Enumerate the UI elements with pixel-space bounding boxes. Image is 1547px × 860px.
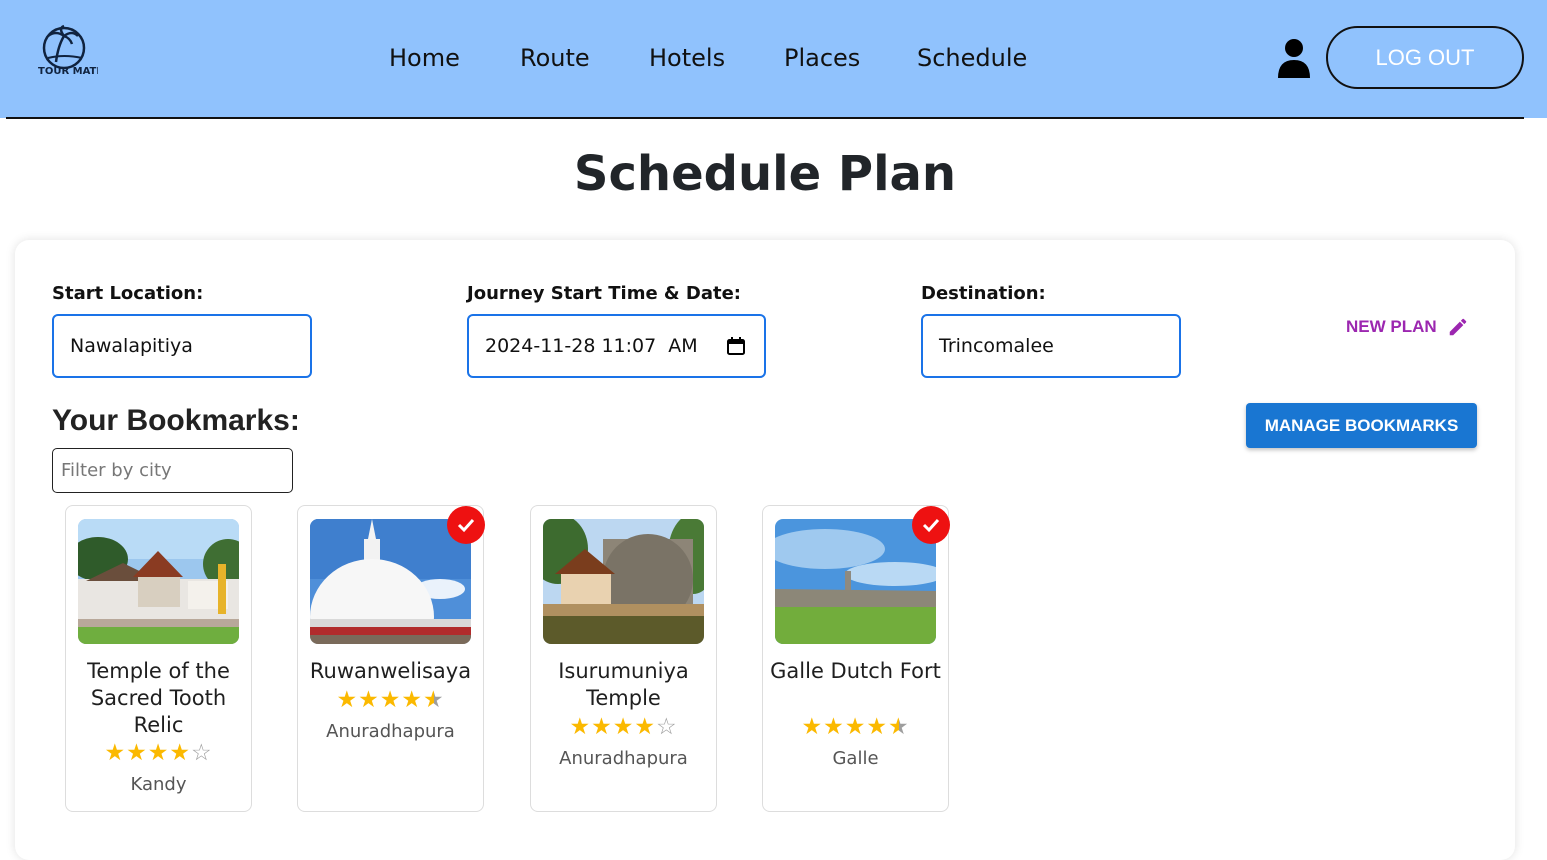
bookmarks-heading: Your Bookmarks:: [52, 404, 300, 437]
star-empty-icon: ☆: [190, 740, 213, 766]
calendar-icon[interactable]: [726, 336, 746, 356]
pencil-icon: [1449, 318, 1466, 336]
star-half-icon: ★: [422, 687, 445, 713]
nav-route[interactable]: Route: [520, 44, 590, 72]
nav-hotels[interactable]: Hotels: [649, 44, 725, 72]
place-name: Temple of the Sacred Tooth Relic: [87, 659, 230, 737]
nav-home[interactable]: Home: [389, 44, 460, 72]
bookmark-card[interactable]: Isurumuniya Temple ★★★★☆ Anuradhapura: [530, 505, 717, 812]
star-icon: ★: [844, 714, 867, 740]
star-icon: ★: [104, 740, 127, 766]
destination-value: Trincomalee: [939, 335, 1054, 357]
nav-schedule[interactable]: Schedule: [917, 44, 1027, 72]
filter-by-city-input[interactable]: [52, 448, 293, 493]
journey-datetime-input[interactable]: 2024-11-28 11:07 AM: [467, 314, 766, 378]
place-image: [310, 519, 471, 644]
star-icon: ★: [336, 687, 359, 713]
start-location-value: Nawalapitiya: [70, 335, 193, 357]
logout-button[interactable]: LOG OUT: [1326, 26, 1524, 89]
bookmark-card[interactable]: Galle Dutch Fort ★★★★★ Galle: [762, 505, 950, 812]
star-icon: ★: [612, 714, 635, 740]
place-city: Anuradhapura: [559, 748, 688, 769]
page-title: Schedule Plan: [573, 146, 957, 202]
star-half-icon: ★: [887, 714, 910, 740]
destination-label: Destination:: [921, 283, 1046, 304]
rating-stars: ★★★★☆: [66, 740, 251, 766]
star-icon: ★: [401, 687, 423, 713]
place-image: [78, 519, 239, 644]
star-icon: ★: [823, 714, 845, 740]
bookmark-card[interactable]: Temple of the Sacred Tooth Relic ★★★★☆ K…: [65, 505, 252, 812]
place-name: Isurumuniya Temple: [558, 659, 689, 710]
star-icon: ★: [801, 714, 824, 740]
rating-stars: ★★★★★: [298, 687, 483, 713]
new-plan-button[interactable]: NEW PLAN: [1346, 316, 1469, 338]
star-icon: ★: [634, 714, 656, 740]
place-city: Kandy: [130, 774, 187, 795]
star-icon: ★: [126, 740, 148, 766]
star-icon: ★: [169, 740, 191, 766]
star-empty-icon: ☆: [655, 714, 678, 740]
destination-input[interactable]: Trincomalee: [921, 314, 1181, 378]
top-nav-bar: TOUR MATE Home Route Hotels Places Sched…: [0, 0, 1547, 118]
star-icon: ★: [591, 714, 613, 740]
header-divider: [6, 117, 1524, 119]
manage-bookmarks-button[interactable]: MANAGE BOOKMARKS: [1246, 403, 1477, 448]
check-icon[interactable]: [912, 506, 950, 544]
star-icon: ★: [866, 714, 888, 740]
user-icon[interactable]: [1277, 38, 1311, 78]
nav-places[interactable]: Places: [784, 44, 860, 72]
place-name: Ruwanwelisaya: [309, 659, 472, 683]
place-name: Galle Dutch Fort: [770, 659, 941, 683]
place-image: [543, 519, 704, 644]
place-image: [775, 519, 936, 644]
star-icon: ★: [358, 687, 380, 713]
start-location-label: Start Location:: [52, 283, 204, 304]
svg-text:TOUR MATE: TOUR MATE: [38, 66, 98, 77]
star-icon: ★: [569, 714, 592, 740]
star-icon: ★: [147, 740, 170, 766]
tour-mate-logo[interactable]: TOUR MATE: [34, 24, 98, 80]
start-location-input[interactable]: Nawalapitiya: [52, 314, 312, 378]
bookmark-card[interactable]: Ruwanwelisaya ★★★★★ Anuradhapura: [297, 505, 485, 812]
star-icon: ★: [379, 687, 402, 713]
journey-start-label: Journey Start Time & Date:: [467, 283, 741, 304]
journey-datetime-value: 2024-11-28 11:07 AM: [485, 335, 698, 357]
rating-stars: ★★★★☆: [531, 714, 716, 740]
rating-stars: ★★★★★: [763, 714, 948, 740]
new-plan-label: NEW PLAN: [1346, 317, 1437, 336]
place-city: Galle: [832, 748, 879, 769]
check-icon[interactable]: [447, 506, 485, 544]
place-city: Anuradhapura: [326, 721, 455, 742]
